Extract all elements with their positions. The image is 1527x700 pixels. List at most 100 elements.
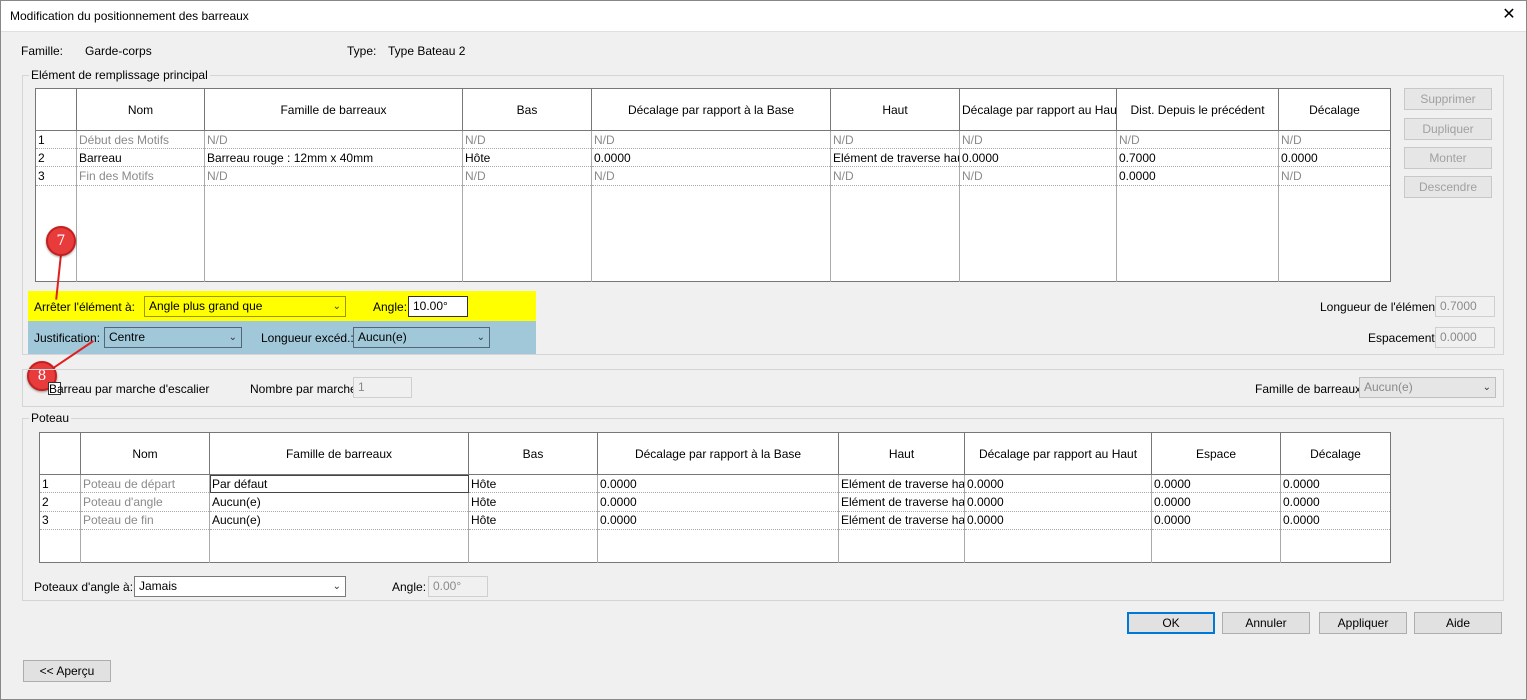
table-cell[interactable]: Elément de traverse ha [838, 474, 965, 494]
column-header[interactable]: Décalage par rapport au Haut [964, 432, 1152, 476]
table-cell[interactable]: N/D [959, 130, 1117, 150]
row-number[interactable]: 3 [39, 511, 81, 530]
column-header[interactable]: Décalage par rapport à la Base [591, 88, 831, 132]
table-cell[interactable]: 0.0000 [597, 474, 839, 494]
justification-select[interactable]: Centre ⌄ [104, 327, 242, 348]
table-cell[interactable]: 0.0000 [591, 148, 831, 168]
column-header[interactable]: Nom [80, 432, 210, 476]
table-cell[interactable]: Début des Motifs [76, 130, 205, 150]
row-number[interactable]: 1 [35, 130, 77, 150]
column-header[interactable]: Décalage par rapport à la Base [597, 432, 839, 476]
table-empty-area[interactable] [40, 529, 1391, 563]
column-header[interactable]: Famille de barreaux [204, 88, 463, 132]
table-cell[interactable]: Hôte [468, 492, 598, 512]
table-cell[interactable]: 0.0000 [964, 492, 1152, 512]
table-cell[interactable]: 0.0000 [1151, 492, 1281, 512]
table-row[interactable]: 1 Début des Motifs N/D N/D N/D N/D N/D N… [35, 130, 1391, 150]
angle-label: Angle: [373, 300, 408, 314]
table-cell[interactable]: N/D [830, 166, 960, 186]
column-header[interactable]: Bas [468, 432, 598, 476]
delete-button[interactable]: Supprimer [1404, 88, 1492, 110]
row-number-filler [40, 529, 81, 562]
table-cell[interactable]: N/D [830, 130, 960, 150]
table-cell[interactable]: 0.0000 [959, 148, 1117, 168]
table-cell[interactable]: N/D [204, 166, 463, 186]
table-cell[interactable]: N/D [591, 166, 831, 186]
table-cell[interactable]: 0.0000 [1151, 474, 1281, 494]
column-header[interactable]: Décalage [1278, 88, 1391, 132]
apply-button[interactable]: Appliquer [1319, 612, 1407, 634]
table-cell[interactable]: 0.0000 [597, 511, 839, 530]
table-cell[interactable]: N/D [959, 166, 1117, 186]
table-cell[interactable]: Aucun(e) [209, 511, 469, 530]
table-cell[interactable]: Barreau [76, 148, 205, 168]
table-cell[interactable]: N/D [1278, 130, 1391, 150]
stair-family-label: Famille de barreaux: [1255, 382, 1365, 396]
table-cell[interactable]: 0.0000 [964, 511, 1152, 530]
table-cell[interactable]: Poteau de départ [80, 474, 210, 494]
table-cell[interactable]: Elément de traverse haut [830, 148, 960, 168]
table-row[interactable]: 3 Fin des Motifs N/D N/D N/D N/D N/D 0.0… [35, 166, 1391, 186]
table-row[interactable]: 2 Barreau Barreau rouge : 12mm x 40mm Hô… [35, 148, 1391, 168]
angle-input[interactable]: 10.00° [408, 296, 468, 317]
excess-length-select-value: Aucun(e) [358, 330, 407, 344]
table-row[interactable]: 3 Poteau de fin Aucun(e) Hôte 0.0000 Elé… [39, 511, 1391, 530]
per-tread-label: Nombre par marche: [250, 382, 361, 396]
table-cell[interactable]: Poteau de fin [80, 511, 210, 530]
column-header[interactable]: Dist. Depuis le précédent [1116, 88, 1279, 132]
table-empty-area[interactable] [36, 185, 1391, 282]
ok-button[interactable]: OK [1127, 612, 1215, 634]
table-cell[interactable]: N/D [1278, 166, 1391, 186]
table-cell[interactable]: 0.0000 [1280, 474, 1391, 494]
table-cell[interactable]: Hôte [462, 148, 592, 168]
table-cell[interactable]: 0.0000 [597, 492, 839, 512]
column-header[interactable]: Nom [76, 88, 205, 132]
break-select[interactable]: Angle plus grand que ⌄ [144, 296, 346, 317]
table-cell[interactable]: N/D [204, 130, 463, 150]
table-cell[interactable]: Fin des Motifs [76, 166, 205, 186]
table-cell[interactable]: 0.7000 [1116, 148, 1279, 168]
table-row[interactable]: 1 Poteau de départ Par défaut Hôte 0.000… [39, 474, 1391, 494]
row-number[interactable]: 2 [39, 492, 81, 512]
row-number[interactable]: 1 [39, 474, 81, 494]
table-cell[interactable]: N/D [591, 130, 831, 150]
table-cell[interactable]: N/D [462, 130, 592, 150]
table-cell[interactable]: 0.0000 [1116, 166, 1279, 186]
table-cell[interactable]: Poteau d'angle [80, 492, 210, 512]
table-cell[interactable]: Hôte [468, 474, 598, 494]
preview-button[interactable]: << Aperçu [23, 660, 111, 682]
table-cell[interactable]: N/D [1116, 130, 1279, 150]
corner-posts-select[interactable]: Jamais ⌄ [134, 576, 346, 597]
cancel-button[interactable]: Annuler [1222, 612, 1310, 634]
close-icon[interactable]: ✕ [1500, 6, 1518, 24]
table-cell[interactable]: Par défaut [209, 474, 469, 494]
table-cell[interactable]: 0.0000 [964, 474, 1152, 494]
table-cell[interactable]: Elément de traverse ha [838, 492, 965, 512]
move-up-button[interactable]: Monter [1404, 147, 1492, 169]
table-cell[interactable]: Hôte [468, 511, 598, 530]
table-cell[interactable]: Barreau rouge : 12mm x 40mm [204, 148, 463, 168]
table-cell[interactable]: N/D [462, 166, 592, 186]
table-cell[interactable]: 0.0000 [1280, 492, 1391, 512]
excess-length-select[interactable]: Aucun(e) ⌄ [353, 327, 490, 348]
table-cell[interactable]: Aucun(e) [209, 492, 469, 512]
table-cell[interactable]: 0.0000 [1280, 511, 1391, 530]
table-cell[interactable]: 0.0000 [1278, 148, 1391, 168]
column-header[interactable]: Espace [1151, 432, 1281, 476]
table-row[interactable]: 2 Poteau d'angle Aucun(e) Hôte 0.0000 El… [39, 492, 1391, 512]
column-header[interactable]: Bas [462, 88, 592, 132]
column-header[interactable]: Décalage par rapport au Haut [959, 88, 1117, 132]
column-header[interactable]: Haut [830, 88, 960, 132]
table-cell[interactable]: Elément de traverse ha [838, 511, 965, 530]
help-button[interactable]: Aide [1414, 612, 1502, 634]
column-header[interactable]: Famille de barreaux [209, 432, 469, 476]
row-number[interactable]: 2 [35, 148, 77, 168]
duplicate-button[interactable]: Dupliquer [1404, 118, 1492, 140]
row-number[interactable]: 3 [35, 166, 77, 186]
move-down-button[interactable]: Descendre [1404, 176, 1492, 198]
table-cell[interactable]: 0.0000 [1151, 511, 1281, 530]
column-header[interactable]: Haut [838, 432, 965, 476]
column-header[interactable]: Décalage [1280, 432, 1391, 476]
chevron-down-icon: ⌄ [228, 332, 237, 343]
spacing-field: 0.0000 [1435, 327, 1495, 348]
